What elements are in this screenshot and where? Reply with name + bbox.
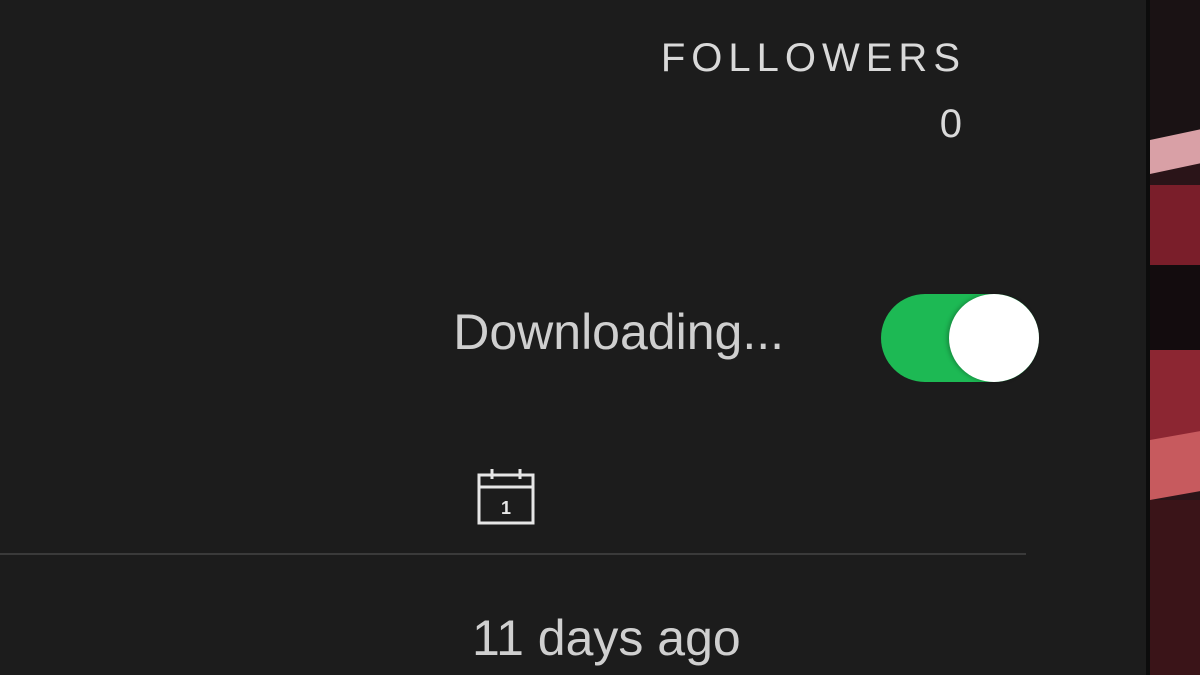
app-window: FOLLOWERS 0 Downloading... 1 11 days ago [0, 0, 1200, 675]
side-artwork-image [1150, 0, 1200, 675]
calendar-icon-digit: 1 [501, 498, 511, 518]
followers-label: FOLLOWERS [660, 36, 966, 80]
table-header-divider [0, 553, 1026, 555]
followers-count: 0 [939, 102, 962, 146]
calendar-icon[interactable]: 1 [476, 467, 536, 527]
track-date-added: 11 days ago [472, 610, 741, 666]
download-toggle[interactable] [881, 294, 1039, 382]
toggle-knob[interactable] [949, 294, 1039, 382]
playlist-main-panel: FOLLOWERS 0 Downloading... 1 11 days ago [0, 0, 1146, 675]
download-status-label: Downloading... [453, 304, 784, 360]
